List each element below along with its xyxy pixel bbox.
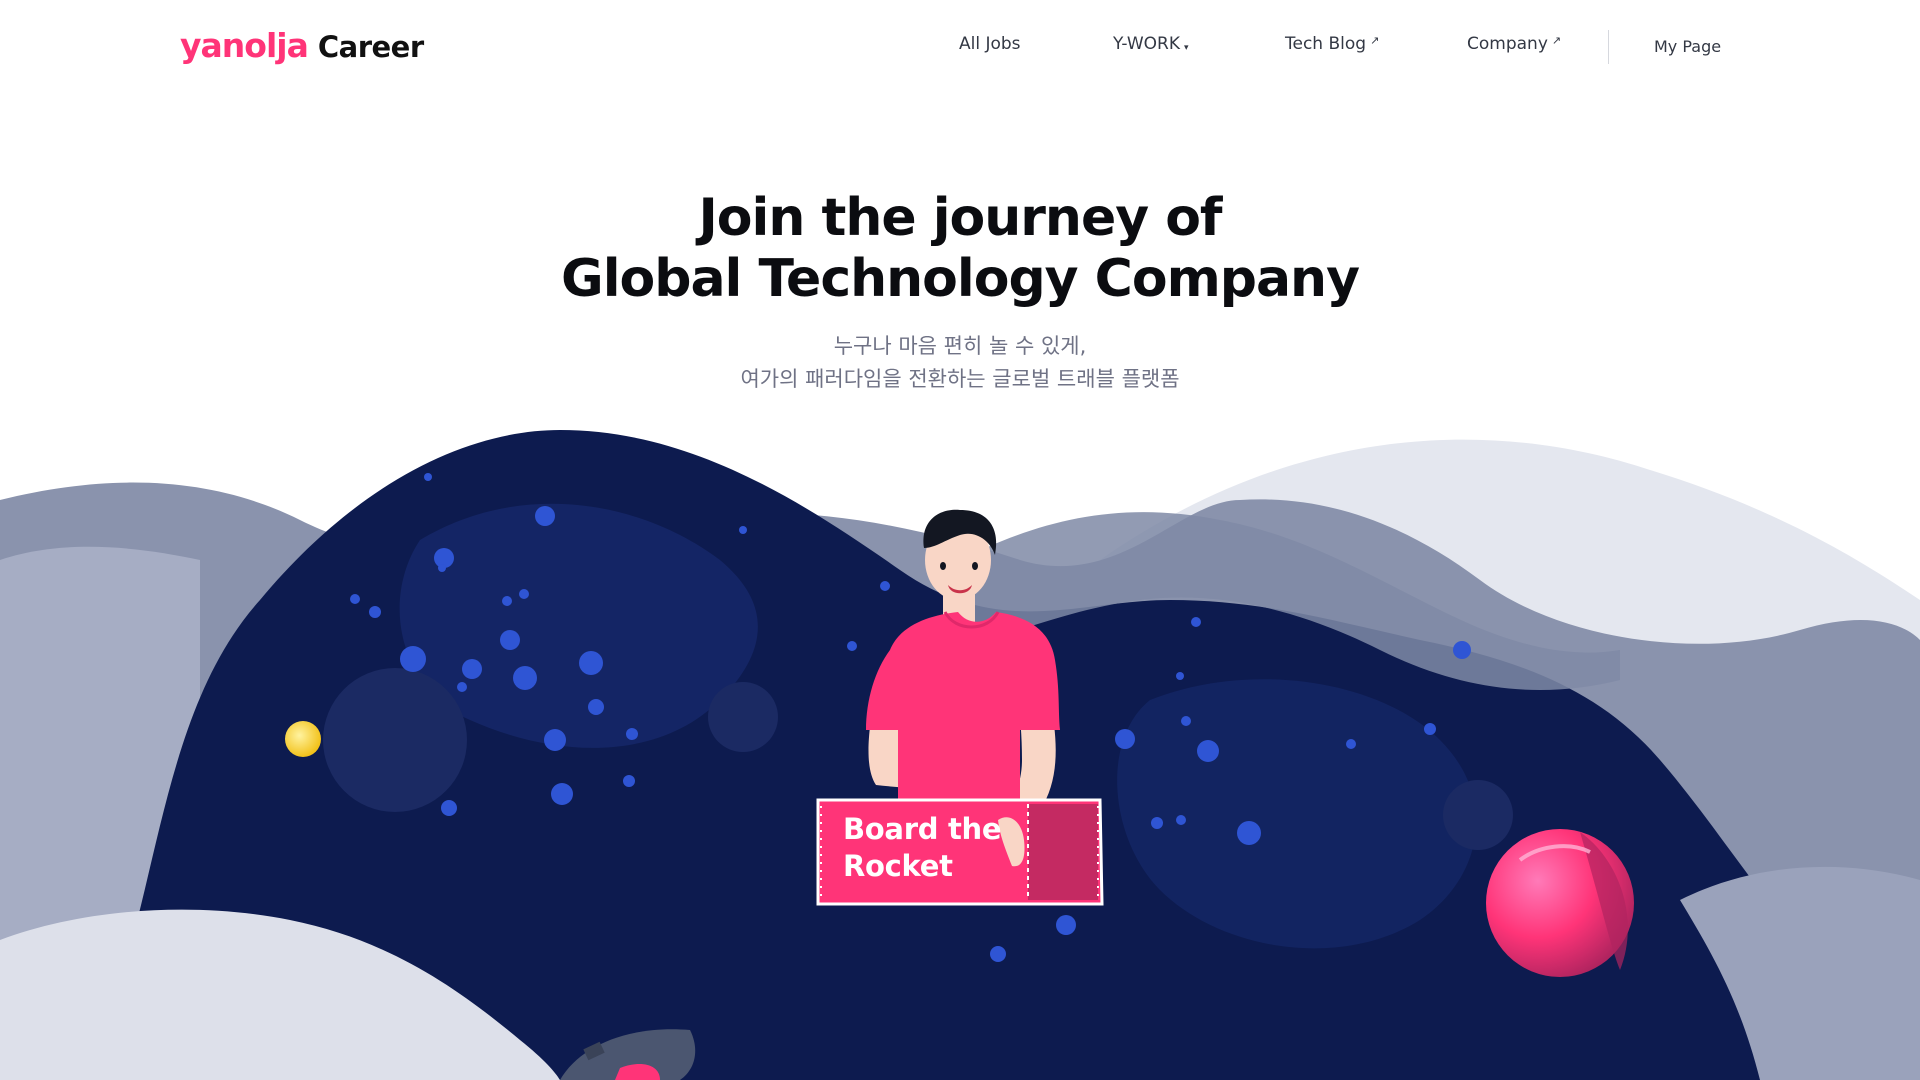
dark-planet-mid [708,682,778,752]
hero-subline: 누구나 마음 편히 놀 수 있게, 여가의 패러다임을 전환하는 글로벌 트래블… [0,330,1920,396]
dropdown-caret-icon: ▾ [1183,43,1189,53]
headline-line-1: Join the journey of [698,188,1222,248]
ticket-line-1: Board the [843,812,1002,846]
sun-icon [285,721,321,757]
main-nav: All Jobs Y-WORK ▾ Tech Blog ↗ Company ↗ … [0,34,1920,64]
subline-line-2: 여가의 패러다임을 전환하는 글로벌 트래블 플랫폼 [740,367,1180,391]
external-link-icon: ↗ [1370,34,1380,47]
career-landing-page: Board the Rocket yanolja Career All Jobs… [0,0,1920,1080]
site-header: yanolja Career All Jobs Y-WORK ▾ Tech Bl… [0,0,1920,96]
subline-line-1: 누구나 마음 편히 놀 수 있게, [833,334,1087,358]
headline-line-2: Global Technology Company [561,249,1360,309]
board-the-rocket-label[interactable]: Board the Rocket [843,811,1002,885]
hero-illustration [0,430,1920,1080]
dark-planet-right [1443,780,1513,850]
nav-my-page-label: My Page [1654,37,1722,56]
nav-all-jobs-label: All Jobs [959,34,1021,54]
nav-company[interactable]: Company ↗ [1467,34,1561,54]
nav-divider [1608,30,1609,64]
hero-headline: Join the journey of Global Technology Co… [0,188,1920,310]
external-link-icon: ↗ [1551,34,1562,47]
dark-planet-left [323,668,467,812]
nav-company-label: Company [1467,34,1548,54]
nav-tech-blog[interactable]: Tech Blog ↗ [1285,34,1379,54]
nav-y-work-label: Y-WORK [1113,34,1180,54]
nav-y-work[interactable]: Y-WORK ▾ [1113,34,1189,54]
ticket-line-2: Rocket [843,849,953,883]
nav-tech-blog-label: Tech Blog [1285,34,1367,54]
nav-all-jobs[interactable]: All Jobs [959,34,1021,54]
nav-my-page[interactable]: My Page [1654,37,1721,56]
pink-planet-icon [1486,829,1634,977]
